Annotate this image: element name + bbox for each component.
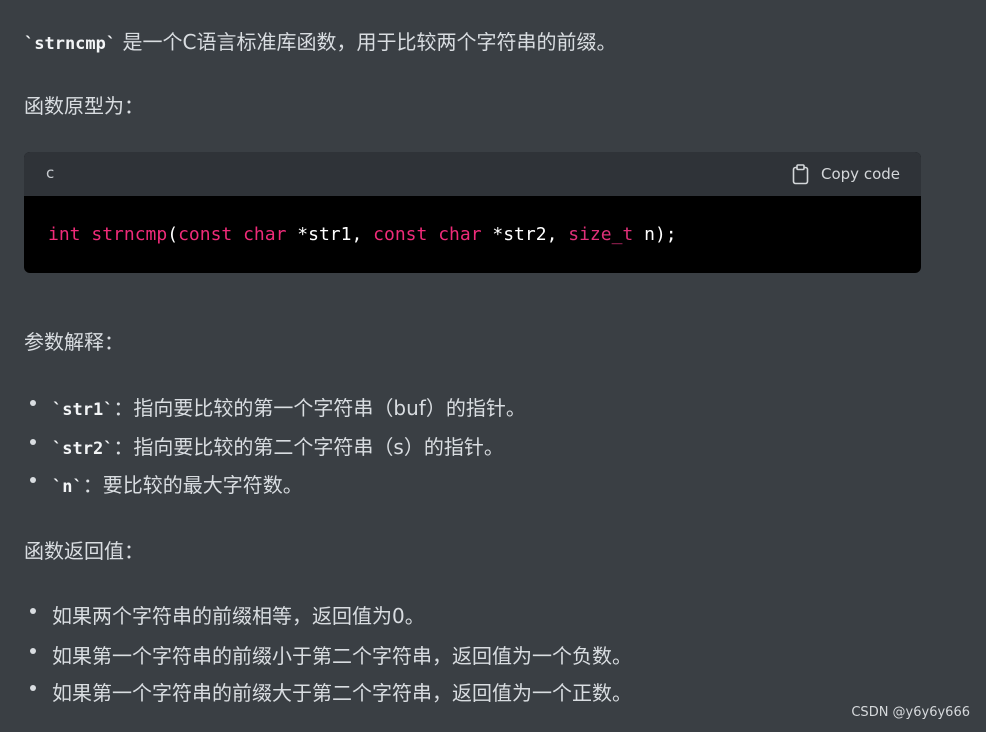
inline-code-str2: `str2` (52, 439, 114, 459)
inline-code-n: `n` (52, 477, 83, 497)
list-item-param-str1: `str1`：指向要比较的第一个字符串（buf）的指针。 (30, 394, 526, 424)
intro-paragraph: `strncmp` 是一个C语言标准库函数，用于比较两个字符串的前缀。 (24, 28, 616, 58)
list-item-return-negative: 如果第一个字符串的前缀小于第二个字符串，返回值为一个负数。 (30, 642, 632, 670)
param-description: ：要比较的最大字符数。 (82, 473, 303, 497)
intro-text: 是一个C语言标准库函数，用于比较两个字符串的前缀。 (116, 30, 617, 54)
return-description: 如果第一个字符串的前缀大于第二个字符串，返回值为一个正数。 (52, 681, 632, 705)
copy-code-label: Copy code (821, 165, 900, 183)
code-token: *str2, (481, 224, 569, 245)
code-block: c Copy code int strncmp(const char *str1… (24, 152, 921, 273)
list-item-return-positive: 如果第一个字符串的前缀大于第二个字符串，返回值为一个正数。 (30, 679, 632, 707)
inline-code-strncmp: `strncmp` (24, 34, 117, 54)
csdn-watermark: CSDN @y6y6y666 (851, 705, 970, 720)
inline-code-str1: `str1` (52, 400, 114, 420)
params-heading: 参数解释： (24, 330, 124, 354)
code-token-keyword: const (178, 224, 233, 245)
code-block-header: c Copy code (24, 152, 921, 196)
list-item-return-equal: 如果两个字符串的前缀相等，返回值为0。 (30, 602, 425, 630)
return-description: 如果两个字符串的前缀相等，返回值为0。 (52, 604, 425, 628)
return-heading: 函数返回值： (24, 539, 144, 563)
code-token-type: char (438, 224, 482, 245)
code-language-label: c (46, 164, 55, 182)
return-description: 如果第一个字符串的前缀小于第二个字符串，返回值为一个负数。 (52, 644, 632, 668)
list-item-param-str2: `str2`：指向要比较的第二个字符串（s）的指针。 (30, 433, 504, 463)
code-token-type: size_t (568, 224, 634, 245)
code-token: *str1, (286, 224, 374, 245)
code-line: int strncmp(const char *str1, const char… (48, 224, 677, 245)
copy-code-button[interactable]: Copy code (792, 162, 900, 186)
code-token-type: int (48, 224, 81, 245)
code-token-keyword: const (373, 224, 428, 245)
code-token: n); (633, 224, 677, 245)
list-item-param-n: `n`：要比较的最大字符数。 (30, 471, 303, 501)
param-description: ：指向要比较的第一个字符串（buf）的指针。 (113, 396, 526, 420)
code-token-function: strncmp (91, 224, 168, 245)
clipboard-icon (792, 163, 809, 185)
bullet-icon (30, 439, 36, 445)
code-token-type: char (243, 224, 287, 245)
prototype-heading: 函数原型为： (24, 94, 144, 118)
param-description: ：指向要比较的第二个字符串（s）的指针。 (113, 435, 504, 459)
bullet-icon (30, 608, 36, 614)
bullet-icon (30, 400, 36, 406)
bullet-icon (30, 685, 36, 691)
bullet-icon (30, 648, 36, 654)
bullet-icon (30, 477, 36, 483)
code-token: ( (167, 224, 179, 245)
